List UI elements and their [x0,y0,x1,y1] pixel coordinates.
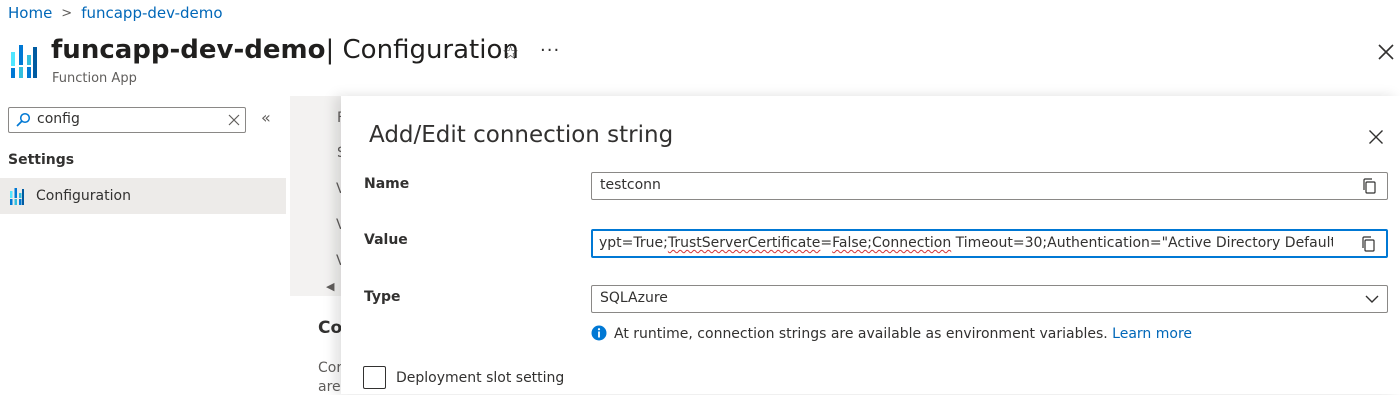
blade-close-icon[interactable] [1376,42,1396,62]
more-options-icon[interactable]: ··· [540,40,560,61]
sidebar-item-configuration[interactable]: Configuration [0,178,286,214]
deployment-slot-setting-checkbox[interactable] [363,366,386,389]
menu-search-input[interactable]: config [37,111,80,127]
name-field[interactable]: testconn [591,172,1388,200]
value-text-segment: = [820,235,833,251]
background-heading: Co [318,318,343,338]
type-selected-value: SQLAzure [600,290,668,306]
background-text: Cor [318,360,343,376]
info-icon [591,325,607,341]
breadcrumb: Home > funcapp-dev-demo [8,4,223,22]
chevron-down-icon [1365,295,1379,303]
configuration-icon [10,188,24,205]
page-title-resource: funcapp-dev-demo [51,35,326,65]
value-field-text: ypt=True;TrustServerCertificate=False;Co… [599,235,1347,251]
page-title-section: | Configuration [325,35,519,65]
info-message: At runtime, connection strings are avail… [614,326,1192,342]
search-icon [16,112,31,127]
value-field[interactable]: ypt=True;TrustServerCertificate=False;Co… [591,229,1388,258]
favorite-star-icon[interactable]: ☆ [502,42,519,64]
page-subtitle: Function App [52,71,137,86]
background-page-strip [290,96,342,296]
menu-search-box[interactable]: config [8,107,246,133]
page-title: funcapp-dev-demo | Configuration [51,35,519,65]
value-text-segment: Timeout=30;Authentication="Active Direct… [951,235,1348,251]
name-label: Name [364,176,410,192]
value-text-segment: ypt=True; [599,235,668,251]
connection-string-panel: Add/Edit connection string Name testconn… [341,96,1400,394]
value-text-misspelled: False;Connection [832,235,952,251]
copy-icon[interactable] [1360,177,1378,195]
close-icon[interactable] [1368,129,1384,145]
deployment-slot-setting-label[interactable]: Deployment slot setting [396,370,564,386]
background-text: are [318,379,341,395]
function-app-icon [11,45,37,78]
scroll-left-icon[interactable]: ◀ [326,280,334,293]
learn-more-link[interactable]: Learn more [1112,326,1192,342]
value-text-misspelled: TrustServerCertificate [667,235,821,251]
breadcrumb-separator: > [61,5,73,21]
collapse-menu-icon[interactable]: « [261,108,271,127]
info-message-text: At runtime, connection strings are avail… [614,326,1113,342]
breadcrumb-current-link[interactable]: funcapp-dev-demo [81,4,222,22]
clear-search-icon[interactable] [227,113,241,127]
type-label: Type [364,289,401,305]
name-field-value: testconn [600,177,661,193]
panel-title: Add/Edit connection string [369,122,674,148]
type-dropdown[interactable]: SQLAzure [591,285,1388,313]
breadcrumb-home-link[interactable]: Home [8,4,52,22]
value-label: Value [364,232,408,248]
copy-icon[interactable] [1359,235,1377,253]
section-header-settings: Settings [8,152,75,168]
sidebar-item-label: Configuration [36,188,131,204]
